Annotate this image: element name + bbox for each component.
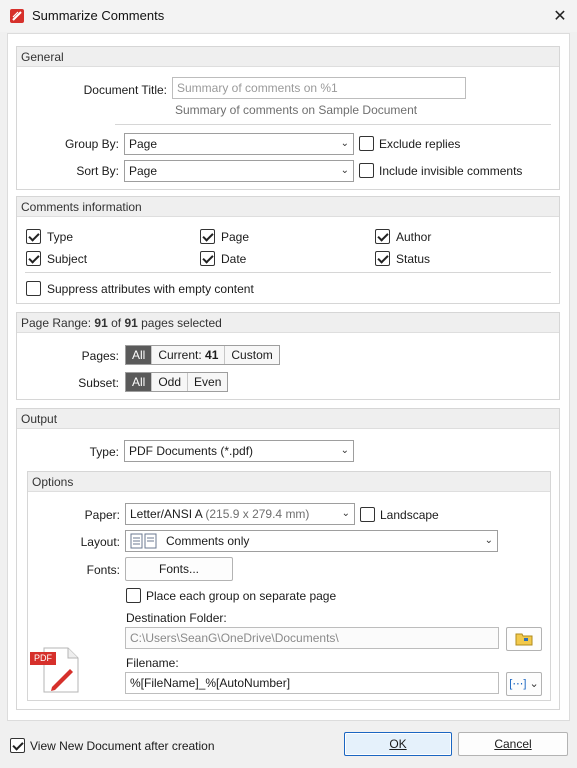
general-group: General Document Title: Summary of comme… bbox=[16, 46, 560, 190]
page-range-header: Page Range: 91 of 91 pages selected bbox=[17, 313, 559, 333]
chevron-down-icon: ⌄ bbox=[340, 165, 349, 176]
exclude-replies-label: Exclude replies bbox=[379, 137, 461, 151]
fonts-label: Fonts: bbox=[86, 563, 120, 577]
sort-by-label: Sort By: bbox=[76, 164, 119, 178]
author-label: Author bbox=[396, 230, 432, 244]
status-label: Status bbox=[396, 252, 431, 266]
insert-macro-button[interactable]: [⋯] ⌄ bbox=[506, 672, 542, 696]
comments-info-group: Comments information Type Page Author Su… bbox=[16, 196, 560, 304]
view-new-doc-label: View New Document after creation bbox=[30, 739, 215, 753]
browse-folder-button[interactable] bbox=[506, 627, 542, 651]
pages-current-button[interactable]: Current: 41 bbox=[152, 346, 226, 364]
exclude-replies-checkbox[interactable] bbox=[359, 136, 374, 151]
chevron-down-icon: ⌄ bbox=[341, 508, 350, 519]
options-header: Options bbox=[28, 472, 550, 492]
subset-segmented: All Odd Even bbox=[125, 372, 229, 392]
pages-current-number: 41 bbox=[205, 348, 219, 362]
author-checkbox[interactable] bbox=[375, 229, 390, 244]
paper-select[interactable]: Letter/ANSI A (215.9 x 279.4 mm) ⌄ bbox=[125, 503, 355, 525]
subject-checkbox[interactable] bbox=[26, 251, 41, 266]
doc-title-preview: Summary of comments on Sample Document bbox=[175, 103, 418, 117]
close-icon[interactable]: ✕ bbox=[548, 4, 572, 28]
group-by-label: Group By: bbox=[64, 137, 119, 151]
landscape-label: Landscape bbox=[380, 508, 439, 522]
options-group: Options Paper: Letter/ANSI A (215.9 x 27… bbox=[27, 471, 551, 701]
page-checkbox[interactable] bbox=[200, 229, 215, 244]
page-label: Page bbox=[221, 230, 250, 244]
view-new-doc-checkbox[interactable] bbox=[10, 738, 25, 753]
date-label: Date bbox=[221, 252, 247, 266]
subset-even-button[interactable]: Even bbox=[188, 373, 227, 391]
pages-segmented: All Current: 41 Custom bbox=[125, 345, 280, 365]
divider bbox=[25, 272, 551, 273]
separate-page-checkbox[interactable] bbox=[126, 588, 141, 603]
doc-title-input[interactable]: Summary of comments on %1 bbox=[172, 77, 466, 99]
chevron-down-icon: ⌄ bbox=[340, 445, 349, 456]
subset-label: Subset: bbox=[78, 376, 119, 390]
suppress-checkbox[interactable] bbox=[26, 281, 41, 296]
type-label: Type: bbox=[89, 445, 119, 459]
dest-folder-input[interactable]: C:\Users\SeanG\OneDrive\Documents\ bbox=[125, 627, 499, 649]
folder-icon bbox=[515, 633, 533, 646]
pages-current-label: Current: bbox=[158, 348, 206, 362]
subject-label: Subject bbox=[47, 252, 88, 266]
pages-label: Pages: bbox=[81, 349, 119, 363]
subset-odd-button[interactable]: Odd bbox=[152, 373, 189, 391]
layout-label: Layout: bbox=[80, 535, 120, 549]
comments-info-header: Comments information bbox=[17, 197, 559, 217]
chevron-down-icon: ⌄ bbox=[484, 535, 493, 546]
general-header: General bbox=[17, 47, 559, 67]
macro-brackets-icon: [⋯] bbox=[509, 678, 527, 690]
status-checkbox[interactable] bbox=[375, 251, 390, 266]
group-by-select[interactable]: Page ⌄ bbox=[124, 133, 354, 155]
divider bbox=[115, 124, 551, 125]
pdf-badge: PDF bbox=[30, 652, 56, 665]
include-invisible-checkbox[interactable] bbox=[359, 163, 374, 178]
chevron-down-icon: ⌄ bbox=[529, 678, 539, 690]
pages-all-button[interactable]: All bbox=[126, 346, 153, 364]
output-group: Output Type: PDF Documents (*.pdf) ⌄ Opti… bbox=[16, 408, 560, 710]
subset-all-button[interactable]: All bbox=[126, 373, 153, 391]
sort-by-select[interactable]: Page ⌄ bbox=[124, 160, 354, 182]
ok-button[interactable]: OK bbox=[344, 732, 452, 756]
suppress-label: Suppress attributes with empty content bbox=[47, 282, 254, 296]
layout-select[interactable]: Comments only ⌄ bbox=[125, 530, 498, 552]
chevron-down-icon: ⌄ bbox=[340, 138, 349, 149]
filename-label: Filename: bbox=[126, 656, 179, 670]
include-invisible-label: Include invisible comments bbox=[379, 164, 523, 178]
paper-label: Paper: bbox=[84, 508, 120, 522]
page-range-group: Page Range: 91 of 91 pages selected Page… bbox=[16, 312, 560, 400]
separate-page-label: Place each group on separate page bbox=[146, 589, 337, 603]
date-checkbox[interactable] bbox=[200, 251, 215, 266]
cancel-button[interactable]: Cancel bbox=[458, 732, 568, 756]
type-label: Type bbox=[47, 230, 74, 244]
landscape-checkbox[interactable] bbox=[360, 507, 375, 522]
type-checkbox[interactable] bbox=[26, 229, 41, 244]
output-header: Output bbox=[17, 409, 559, 429]
dest-folder-label: Destination Folder: bbox=[126, 611, 227, 625]
filename-input[interactable]: %[FileName]_%[AutoNumber] bbox=[125, 672, 499, 694]
layout-pages-icon bbox=[130, 533, 160, 555]
doc-title-label: Document Title: bbox=[83, 83, 167, 97]
fonts-button[interactable]: Fonts... bbox=[125, 557, 233, 581]
output-type-select[interactable]: PDF Documents (*.pdf) ⌄ bbox=[124, 440, 354, 462]
pages-custom-button[interactable]: Custom bbox=[225, 346, 278, 364]
app-logo-icon bbox=[9, 8, 25, 24]
window-title: Summarize Comments bbox=[32, 8, 165, 23]
